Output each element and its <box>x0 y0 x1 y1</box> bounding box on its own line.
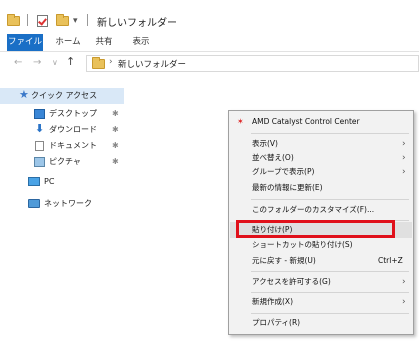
menu-item-customize-folder[interactable]: このフォルダーのカスタマイズ(F)... <box>230 202 412 218</box>
menu-item-label: 元に戻す - 新規(U) <box>252 256 316 265</box>
menu-separator <box>251 271 409 272</box>
forward-arrow-icon[interactable]: → <box>33 57 41 68</box>
address-path[interactable]: 新しいフォルダー <box>118 58 186 70</box>
menu-item-label: 新規作成(X) <box>252 297 293 306</box>
new-folder-icon[interactable] <box>56 13 69 29</box>
menu-item-group-by[interactable]: グループで表示(P) › <box>230 164 412 180</box>
customize-toolbar-icon[interactable]: ▾ <box>73 13 78 29</box>
tab-share[interactable]: 共有 <box>92 34 116 51</box>
menu-item-label: 最新の情報に更新(E) <box>252 183 323 192</box>
nav-item-pc[interactable]: PC <box>0 174 124 190</box>
menu-item-label: AMD Catalyst Control Center <box>252 117 360 126</box>
pin-icon: ✱ <box>112 125 119 134</box>
folder-icon <box>7 13 20 29</box>
nav-item-desktop[interactable]: デスクトップ ✱ <box>0 106 124 122</box>
menu-item-refresh[interactable]: 最新の情報に更新(E) <box>230 180 412 196</box>
menu-separator <box>251 292 409 293</box>
menu-item-label: グループで表示(P) <box>252 167 315 176</box>
menu-separator <box>251 313 409 314</box>
menu-item-label: ショートカットの貼り付け(S) <box>252 240 353 249</box>
menu-item-label: アクセスを許可する(G) <box>252 277 331 286</box>
computer-icon <box>28 177 40 186</box>
pin-icon: ✱ <box>112 141 119 150</box>
nav-item-label: PC <box>44 177 55 186</box>
tab-file[interactable]: ファイル <box>7 34 43 51</box>
divider <box>27 14 28 26</box>
explorer-window: ▾ 新しいフォルダー ファイル ホーム 共有 表示 ← → ∨ ↑ › 新しいフ… <box>0 0 419 341</box>
ribbon-tabs: ファイル ホーム 共有 表示 <box>0 34 419 52</box>
navigation-bar: ← → ∨ ↑ › 新しいフォルダー <box>0 52 419 74</box>
document-icon <box>35 141 44 151</box>
folder-icon <box>92 57 105 69</box>
nav-item-label: ドキュメント <box>49 141 97 150</box>
nav-item-documents[interactable]: ドキュメント ✱ <box>0 138 124 154</box>
menu-separator <box>251 133 409 134</box>
submenu-arrow-icon: › <box>402 167 406 177</box>
back-arrow-icon[interactable]: ← <box>14 57 22 68</box>
divider <box>87 14 88 26</box>
menu-item-properties[interactable]: プロパティ(R) <box>230 315 412 331</box>
tab-home[interactable]: ホーム <box>53 34 83 51</box>
nav-item-label: ダウンロード <box>49 125 97 134</box>
navigation-pane: ★ クイック アクセス デスクトップ ✱ ⬇ ダウンロード ✱ ドキュメント ✱… <box>0 74 125 341</box>
star-icon: ★ <box>19 88 29 101</box>
nav-item-network[interactable]: ネットワーク <box>0 196 124 212</box>
amd-logo-icon: ✶ <box>237 117 244 126</box>
desktop-icon <box>34 109 45 119</box>
menu-separator <box>251 199 409 200</box>
address-bar[interactable]: › 新しいフォルダー <box>86 55 419 72</box>
pin-icon: ✱ <box>112 157 119 166</box>
menu-item-new[interactable]: 新規作成(X) › <box>230 294 412 310</box>
up-arrow-icon[interactable]: ↑ <box>66 55 75 68</box>
properties-check-icon[interactable] <box>37 13 48 29</box>
network-icon <box>28 199 40 208</box>
menu-item-give-access[interactable]: アクセスを許可する(G) › <box>230 274 412 290</box>
recent-locations-chevron-icon[interactable]: ∨ <box>52 58 58 67</box>
nav-item-label: ピクチャ <box>49 157 81 166</box>
chevron-right-icon[interactable]: › <box>109 57 113 67</box>
menu-item-undo-new[interactable]: 元に戻す - 新規(U) Ctrl+Z <box>230 253 412 269</box>
nav-quick-access[interactable]: ★ クイック アクセス <box>0 88 124 104</box>
menu-item-label: プロパティ(R) <box>252 318 301 327</box>
submenu-arrow-icon: › <box>402 297 406 307</box>
tab-view[interactable]: 表示 <box>129 34 153 51</box>
nav-item-pictures[interactable]: ピクチャ ✱ <box>0 154 124 170</box>
nav-item-label: デスクトップ <box>49 109 97 118</box>
nav-quick-access-label: クイック アクセス <box>31 91 98 100</box>
nav-item-label: ネットワーク <box>44 199 92 208</box>
menu-item-shortcut: Ctrl+Z <box>378 256 403 265</box>
menu-item-paste-shortcut[interactable]: ショートカットの貼り付け(S) <box>230 237 412 253</box>
download-arrow-icon: ⬇ <box>35 122 45 135</box>
nav-item-downloads[interactable]: ⬇ ダウンロード ✱ <box>0 122 124 138</box>
pin-icon: ✱ <box>112 109 119 118</box>
highlight-box <box>236 220 395 238</box>
window-title: 新しいフォルダー <box>97 18 177 29</box>
menu-item-amd-catalyst[interactable]: ✶ AMD Catalyst Control Center <box>230 114 412 130</box>
title-bar: ▾ 新しいフォルダー <box>0 0 419 34</box>
submenu-arrow-icon: › <box>402 277 406 287</box>
pictures-icon <box>34 157 45 167</box>
menu-item-label: このフォルダーのカスタマイズ(F)... <box>252 205 375 214</box>
